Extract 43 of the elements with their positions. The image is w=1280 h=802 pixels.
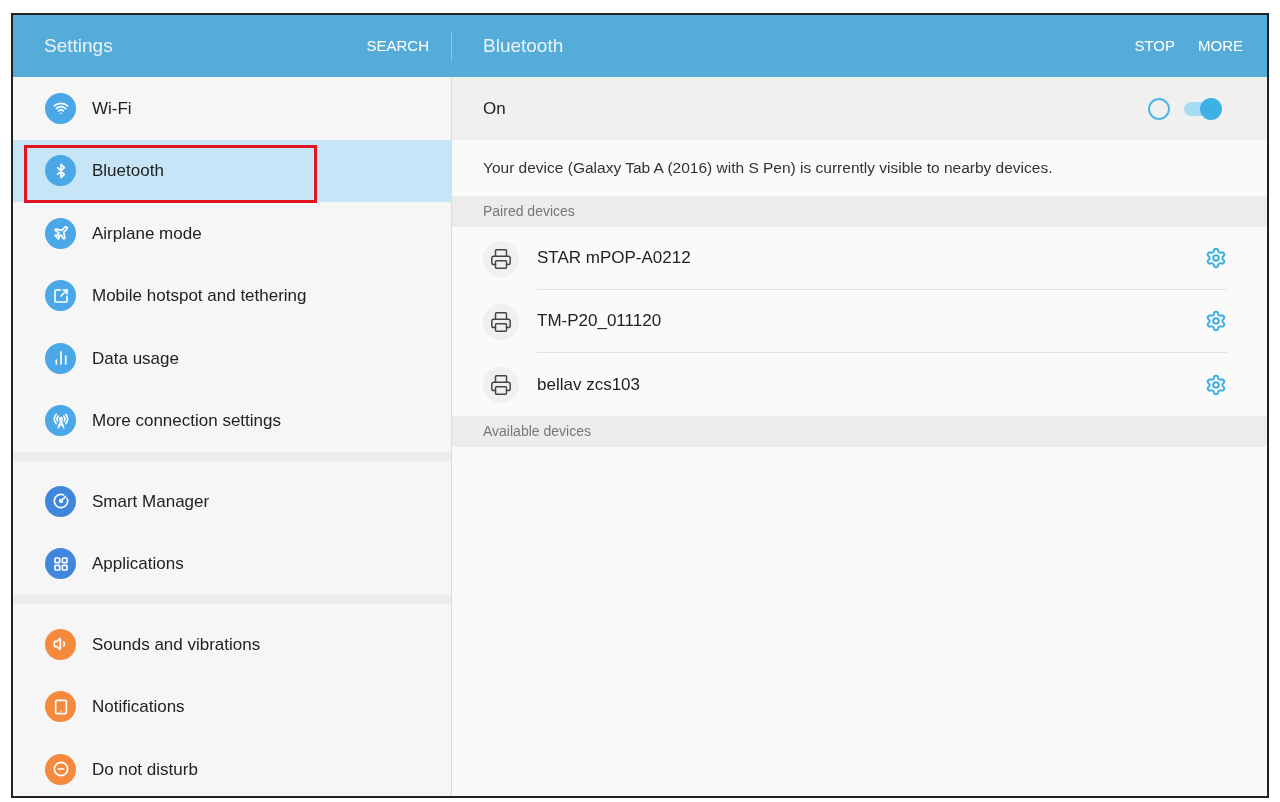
- sidebar-item-label: Bluetooth: [92, 160, 164, 182]
- toggle-switch[interactable]: [1184, 97, 1222, 120]
- settings-icon[interactable]: [1205, 310, 1227, 332]
- sidebar-item-label: More connection settings: [92, 410, 281, 432]
- settings-title: Settings: [44, 33, 113, 58]
- sidebar-item-label: Do not disturb: [92, 758, 198, 781]
- sidebar-item[interactable]: Mobile hotspot and tethering: [13, 264, 451, 327]
- visibility-note: Your device (Galaxy Tab A (2016) with S Pen) is currently visible to nearby devices.: [483, 158, 1053, 179]
- device-name: STAR mPOP-A0212: [537, 247, 691, 270]
- sidebar-item-label: Sounds and vibrations: [92, 633, 261, 656]
- sidebar-item-label: Wi-Fi: [92, 97, 132, 120]
- sidebar-item[interactable]: Airplane mode: [13, 202, 451, 265]
- paired-device-row[interactable]: TM-P20_011120: [452, 290, 1267, 353]
- device-name: TM-P20_011120: [537, 310, 662, 333]
- sidebar-item[interactable]: Data usage: [13, 327, 451, 390]
- sidebar-item-label: Notifications: [92, 696, 185, 718]
- bluetooth-switch-row[interactable]: On: [452, 77, 1267, 140]
- sidebar-item[interactable]: Notifications: [13, 675, 451, 738]
- sidebar-item-label: Applications: [92, 553, 184, 575]
- ring-icon: [1148, 97, 1170, 120]
- printer-icon: [483, 240, 519, 277]
- sidebar-item-label: Smart Manager: [92, 490, 210, 513]
- printer-icon: [483, 303, 519, 340]
- sidebar-item[interactable]: Do not disturb: [13, 738, 451, 796]
- bluetooth-title: Bluetooth: [483, 33, 564, 58]
- sidebar-item[interactable]: Sounds and vibrations: [13, 613, 451, 676]
- sidebar-item-label: Data usage: [92, 347, 179, 370]
- section-header: Available devices: [452, 416, 1267, 447]
- sidebar-item-label: Airplane mode: [92, 222, 202, 245]
- paired-device-row[interactable]: STAR mPOP-A0212: [452, 227, 1267, 290]
- sidebar-item-label: Mobile hotspot and tethering: [92, 285, 307, 307]
- sidebar-item[interactable]: Bluetooth: [13, 139, 451, 202]
- settings-icon[interactable]: [1205, 373, 1227, 396]
- settings-icon[interactable]: [1205, 247, 1227, 269]
- sidebar-item[interactable]: Applications: [13, 532, 451, 595]
- sidebar-item[interactable]: Wi-Fi: [13, 77, 451, 140]
- sidebar-item[interactable]: More connection settings: [13, 389, 451, 452]
- section-header: Paired devices: [452, 196, 1267, 227]
- paired-device-row[interactable]: bellav zcs103: [452, 353, 1267, 416]
- sidebar-item[interactable]: Smart Manager: [13, 470, 451, 533]
- printer-icon: [483, 366, 519, 403]
- device-name: bellav zcs103: [537, 373, 640, 396]
- switch-label: On: [483, 97, 506, 120]
